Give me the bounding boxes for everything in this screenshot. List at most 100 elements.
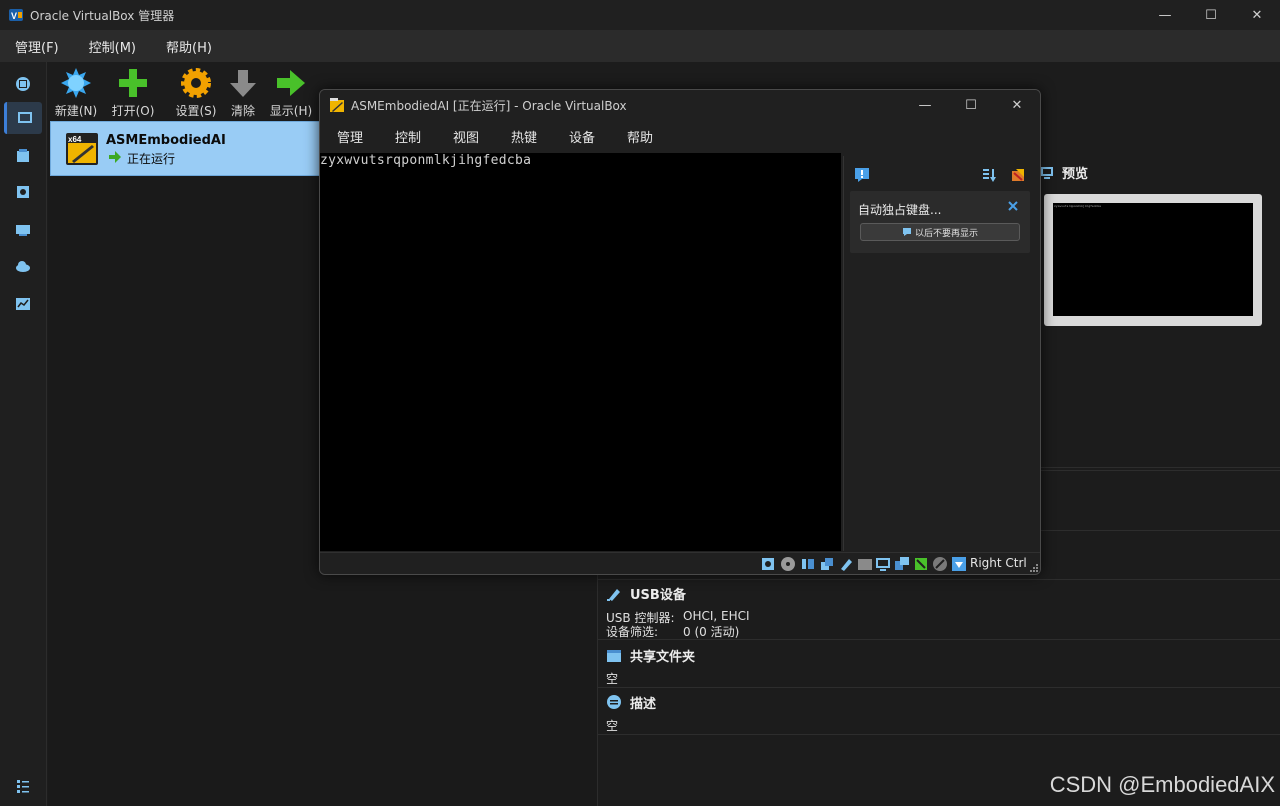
usb-filters-value: 0 (0 活动) — [683, 625, 740, 639]
vm-menu-control[interactable]: 控制 — [379, 127, 437, 146]
close-icon[interactable] — [1008, 201, 1018, 211]
gear-icon — [181, 68, 211, 98]
manager-title: Oracle VirtualBox 管理器 — [30, 8, 175, 23]
usb-section-title: USB设备 — [630, 588, 686, 603]
vm-state: 正在运行 — [127, 152, 176, 166]
vm-name: ASMEmbodiedAI — [106, 133, 226, 148]
watermark: CSDN @EmbodiedAIX — [1049, 772, 1275, 797]
preview-thumbnail: zyxwvutsrqponmlkjihgfedcba — [1044, 194, 1262, 326]
vm-menu-help[interactable]: 帮助 — [611, 127, 669, 146]
notice-text: 自动独占键盘... — [858, 203, 942, 217]
cloud-icon — [16, 261, 30, 272]
vm-menu-view[interactable]: 视图 — [437, 127, 495, 146]
welcome-tool-button[interactable] — [4, 68, 42, 100]
close-button[interactable]: ✕ — [1234, 0, 1280, 30]
arrow-down-icon — [230, 70, 256, 97]
virtualbox-logo-icon: V — [9, 9, 23, 21]
dont-show-again-button[interactable]: 以后不要再显示 — [860, 223, 1020, 241]
settings-button-label: 设置(S) — [175, 104, 217, 118]
resize-grip-icon[interactable] — [1030, 564, 1038, 572]
vm-close-button[interactable]: ✕ — [994, 90, 1040, 120]
vm-window: ASMEmbodiedAI [正在运行] - Oracle VirtualBox… — [319, 89, 1041, 575]
usb-filters-row: 设备筛选: 0 (0 活动) — [606, 623, 739, 640]
vm-menubar: 管理 控制 视图 热键 设备 帮助 — [320, 120, 1040, 152]
usb-filters-key: 设备筛选: — [606, 625, 659, 639]
welcome-icon — [16, 77, 30, 91]
vm-console-text: zyxwvutsrqponmlkjihgfedcba — [320, 153, 532, 168]
manager-titlebar: V Oracle VirtualBox 管理器 — ☐ ✕ — [0, 0, 1280, 30]
media-icon — [17, 186, 29, 198]
preview-screen: zyxwvutsrqponmlkjihgfedcba — [1053, 203, 1253, 316]
maximize-button[interactable]: ☐ — [1188, 0, 1234, 30]
add-plus-icon — [119, 69, 147, 97]
vm-menu-hotkey[interactable]: 热键 — [495, 127, 553, 146]
machines-tool-button[interactable] — [4, 102, 42, 134]
usb-status-icon[interactable] — [838, 556, 854, 572]
mouse-integration-icon[interactable] — [932, 556, 948, 572]
activity-tool-button[interactable] — [4, 288, 42, 320]
tools-sidebar — [0, 62, 47, 806]
menu-control[interactable]: 控制(M) — [74, 37, 151, 56]
media-tool-button[interactable] — [4, 176, 42, 208]
notification-icon[interactable] — [854, 167, 870, 183]
vm-menu-manage[interactable]: 管理 — [321, 127, 379, 146]
vm-minimize-button[interactable]: — — [902, 90, 948, 120]
vm-menu-devices[interactable]: 设备 — [553, 127, 611, 146]
new-button-label: 新建(N) — [54, 104, 98, 118]
description-title: 描述 — [630, 697, 657, 712]
usb-section-header[interactable]: USB设备 — [606, 584, 686, 603]
menu-manage[interactable]: 管理(F) — [0, 37, 74, 56]
list-icon — [17, 780, 29, 793]
vm-maximize-button[interactable]: ☐ — [948, 90, 994, 120]
open-button[interactable]: 打开(O) — [105, 66, 161, 119]
show-button[interactable]: 显示(H) — [263, 66, 319, 119]
extensions-tool-button[interactable] — [4, 140, 42, 172]
folder-icon — [607, 649, 621, 662]
vm-os-icon — [330, 98, 344, 112]
recording-status-icon[interactable] — [894, 556, 910, 572]
notification-center: 自动独占键盘... 以后不要再显示 — [843, 156, 1040, 551]
hard-disk-icon[interactable] — [760, 556, 776, 572]
preview-section-header[interactable]: 预览 — [1040, 163, 1088, 182]
manager-menubar: 管理(F) 控制(M) 帮助(H) — [0, 30, 1280, 62]
vm-display[interactable]: zyxwvutsrqponmlkjihgfedcba — [320, 153, 841, 551]
network-tool-button[interactable] — [4, 214, 42, 246]
host-key-arrow-icon[interactable] — [951, 556, 967, 572]
optical-drive-icon[interactable] — [780, 556, 796, 572]
os-x64-icon: x64 — [66, 133, 98, 165]
menu-help[interactable]: 帮助(H) — [151, 37, 227, 56]
description-value: 空 — [606, 719, 619, 733]
os-badge-text: x64 — [68, 135, 82, 144]
speech-bubble-icon — [607, 694, 621, 709]
show-button-label: 显示(H) — [269, 104, 313, 118]
cpu-status-icon[interactable] — [913, 556, 929, 572]
network-icon — [16, 225, 30, 236]
tools-menu-button[interactable] — [4, 770, 42, 802]
vm-window-titlebar: ASMEmbodiedAI [正在运行] - Oracle VirtualBox… — [320, 90, 1040, 120]
open-button-label: 打开(O) — [111, 104, 155, 118]
dont-show-again-label: 以后不要再显示 — [914, 228, 978, 239]
description-section-header[interactable]: 描述 — [606, 693, 656, 712]
shared-folders-section-header[interactable]: 共享文件夹 — [606, 646, 695, 665]
svg-text:V: V — [11, 11, 17, 21]
network-adapter-icon[interactable] — [819, 556, 835, 572]
vm-list-item[interactable]: x64 ASMEmbodiedAI 正在运行 — [50, 121, 350, 176]
dont-show-icon — [902, 228, 911, 236]
notice-card: 自动独占键盘... 以后不要再显示 — [850, 191, 1030, 253]
shared-folders-title: 共享文件夹 — [630, 650, 696, 665]
sort-icon[interactable] — [981, 167, 997, 183]
activity-icon — [16, 298, 30, 310]
cloud-tool-button[interactable] — [4, 250, 42, 282]
usb-icon — [607, 588, 620, 601]
host-key-label: Right Ctrl — [970, 556, 1027, 570]
monitor-icon — [1041, 166, 1053, 179]
new-button[interactable]: 新建(N) — [48, 66, 104, 119]
shared-folder-status-icon[interactable] — [857, 556, 873, 572]
audio-icon[interactable] — [800, 556, 816, 572]
vm-window-title: ASMEmbodiedAI [正在运行] - Oracle VirtualBox — [351, 98, 627, 113]
minimize-button[interactable]: — — [1142, 0, 1188, 30]
extensions-icon — [17, 149, 29, 162]
shared-folders-value: 空 — [606, 672, 619, 686]
clear-all-icon[interactable] — [1010, 167, 1026, 183]
display-status-icon[interactable] — [875, 556, 891, 572]
